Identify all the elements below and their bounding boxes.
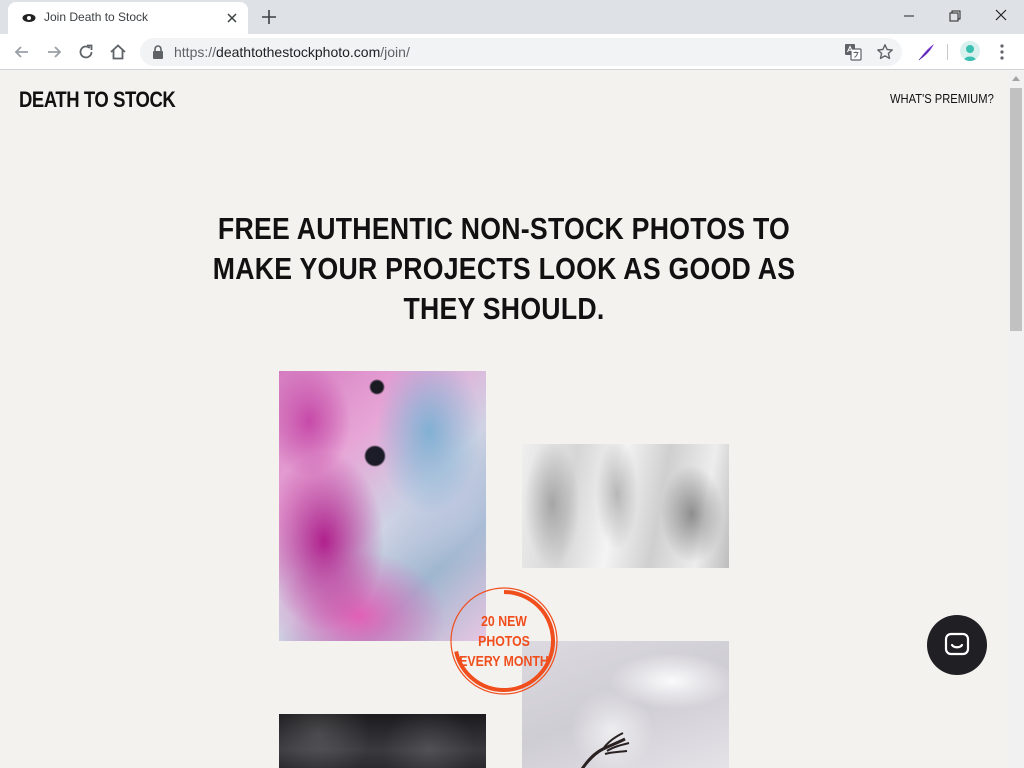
home-icon[interactable]	[108, 42, 128, 62]
star-icon[interactable]	[876, 43, 894, 61]
site-logo[interactable]: DEATH TO STOCK	[19, 87, 176, 113]
toolbar-separator	[947, 44, 948, 60]
lock-icon[interactable]	[152, 45, 164, 59]
scrollbar-thumb[interactable]	[1010, 88, 1022, 331]
page-scrollbar[interactable]	[1008, 71, 1024, 768]
browser-tab[interactable]: Join Death to Stock	[8, 2, 248, 34]
tab-title: Join Death to Stock	[44, 10, 149, 24]
badge-text: 20 NEW PHOTOS EVERY MONTH	[459, 613, 549, 670]
new-tab-icon[interactable]	[260, 8, 278, 26]
whats-premium-link[interactable]: WHAT'S PREMIUM?	[890, 91, 994, 106]
scroll-up-arrow-icon[interactable]	[1012, 75, 1020, 81]
menu-dots-icon[interactable]	[994, 42, 1010, 62]
url-scheme: https://	[174, 44, 217, 60]
address-bar[interactable]: https://deathtothestockphoto.com/join/	[140, 38, 902, 66]
tab-strip: Join Death to Stock	[0, 0, 1024, 34]
hand-illustration	[580, 732, 630, 768]
close-window-icon[interactable]	[990, 6, 1012, 26]
reload-icon[interactable]	[76, 42, 96, 62]
restore-window-icon[interactable]	[944, 6, 966, 26]
back-arrow-icon[interactable]	[12, 42, 32, 62]
new-photos-badge: 20 NEW PHOTOS EVERY MONTH	[448, 585, 560, 697]
close-tab-icon[interactable]	[224, 10, 240, 26]
page-content: DEATH TO STOCK WHAT'S PREMIUM? FREE AUTH…	[0, 71, 1008, 768]
chat-bubble-icon	[944, 632, 970, 656]
forward-arrow-icon[interactable]	[44, 42, 64, 62]
profile-avatar-icon[interactable]	[960, 41, 980, 61]
eye-icon	[22, 14, 36, 22]
minimize-window-icon[interactable]	[898, 6, 920, 26]
photo-dark-texture	[279, 714, 486, 768]
chat-button[interactable]	[927, 615, 987, 675]
feather-extension-icon[interactable]	[916, 42, 936, 62]
url-host: deathtothestockphoto.com	[216, 44, 381, 60]
browser-toolbar: https://deathtothestockphoto.com/join/	[0, 34, 1024, 70]
translate-icon[interactable]	[844, 43, 862, 61]
hero-headline: FREE AUTHENTIC NON-STOCK PHOTOS TO MAKE …	[212, 211, 796, 326]
photo-white-feathers	[522, 444, 729, 568]
url-path: /join/	[380, 44, 410, 60]
url-text[interactable]: https://deathtothestockphoto.com/join/	[174, 44, 410, 60]
